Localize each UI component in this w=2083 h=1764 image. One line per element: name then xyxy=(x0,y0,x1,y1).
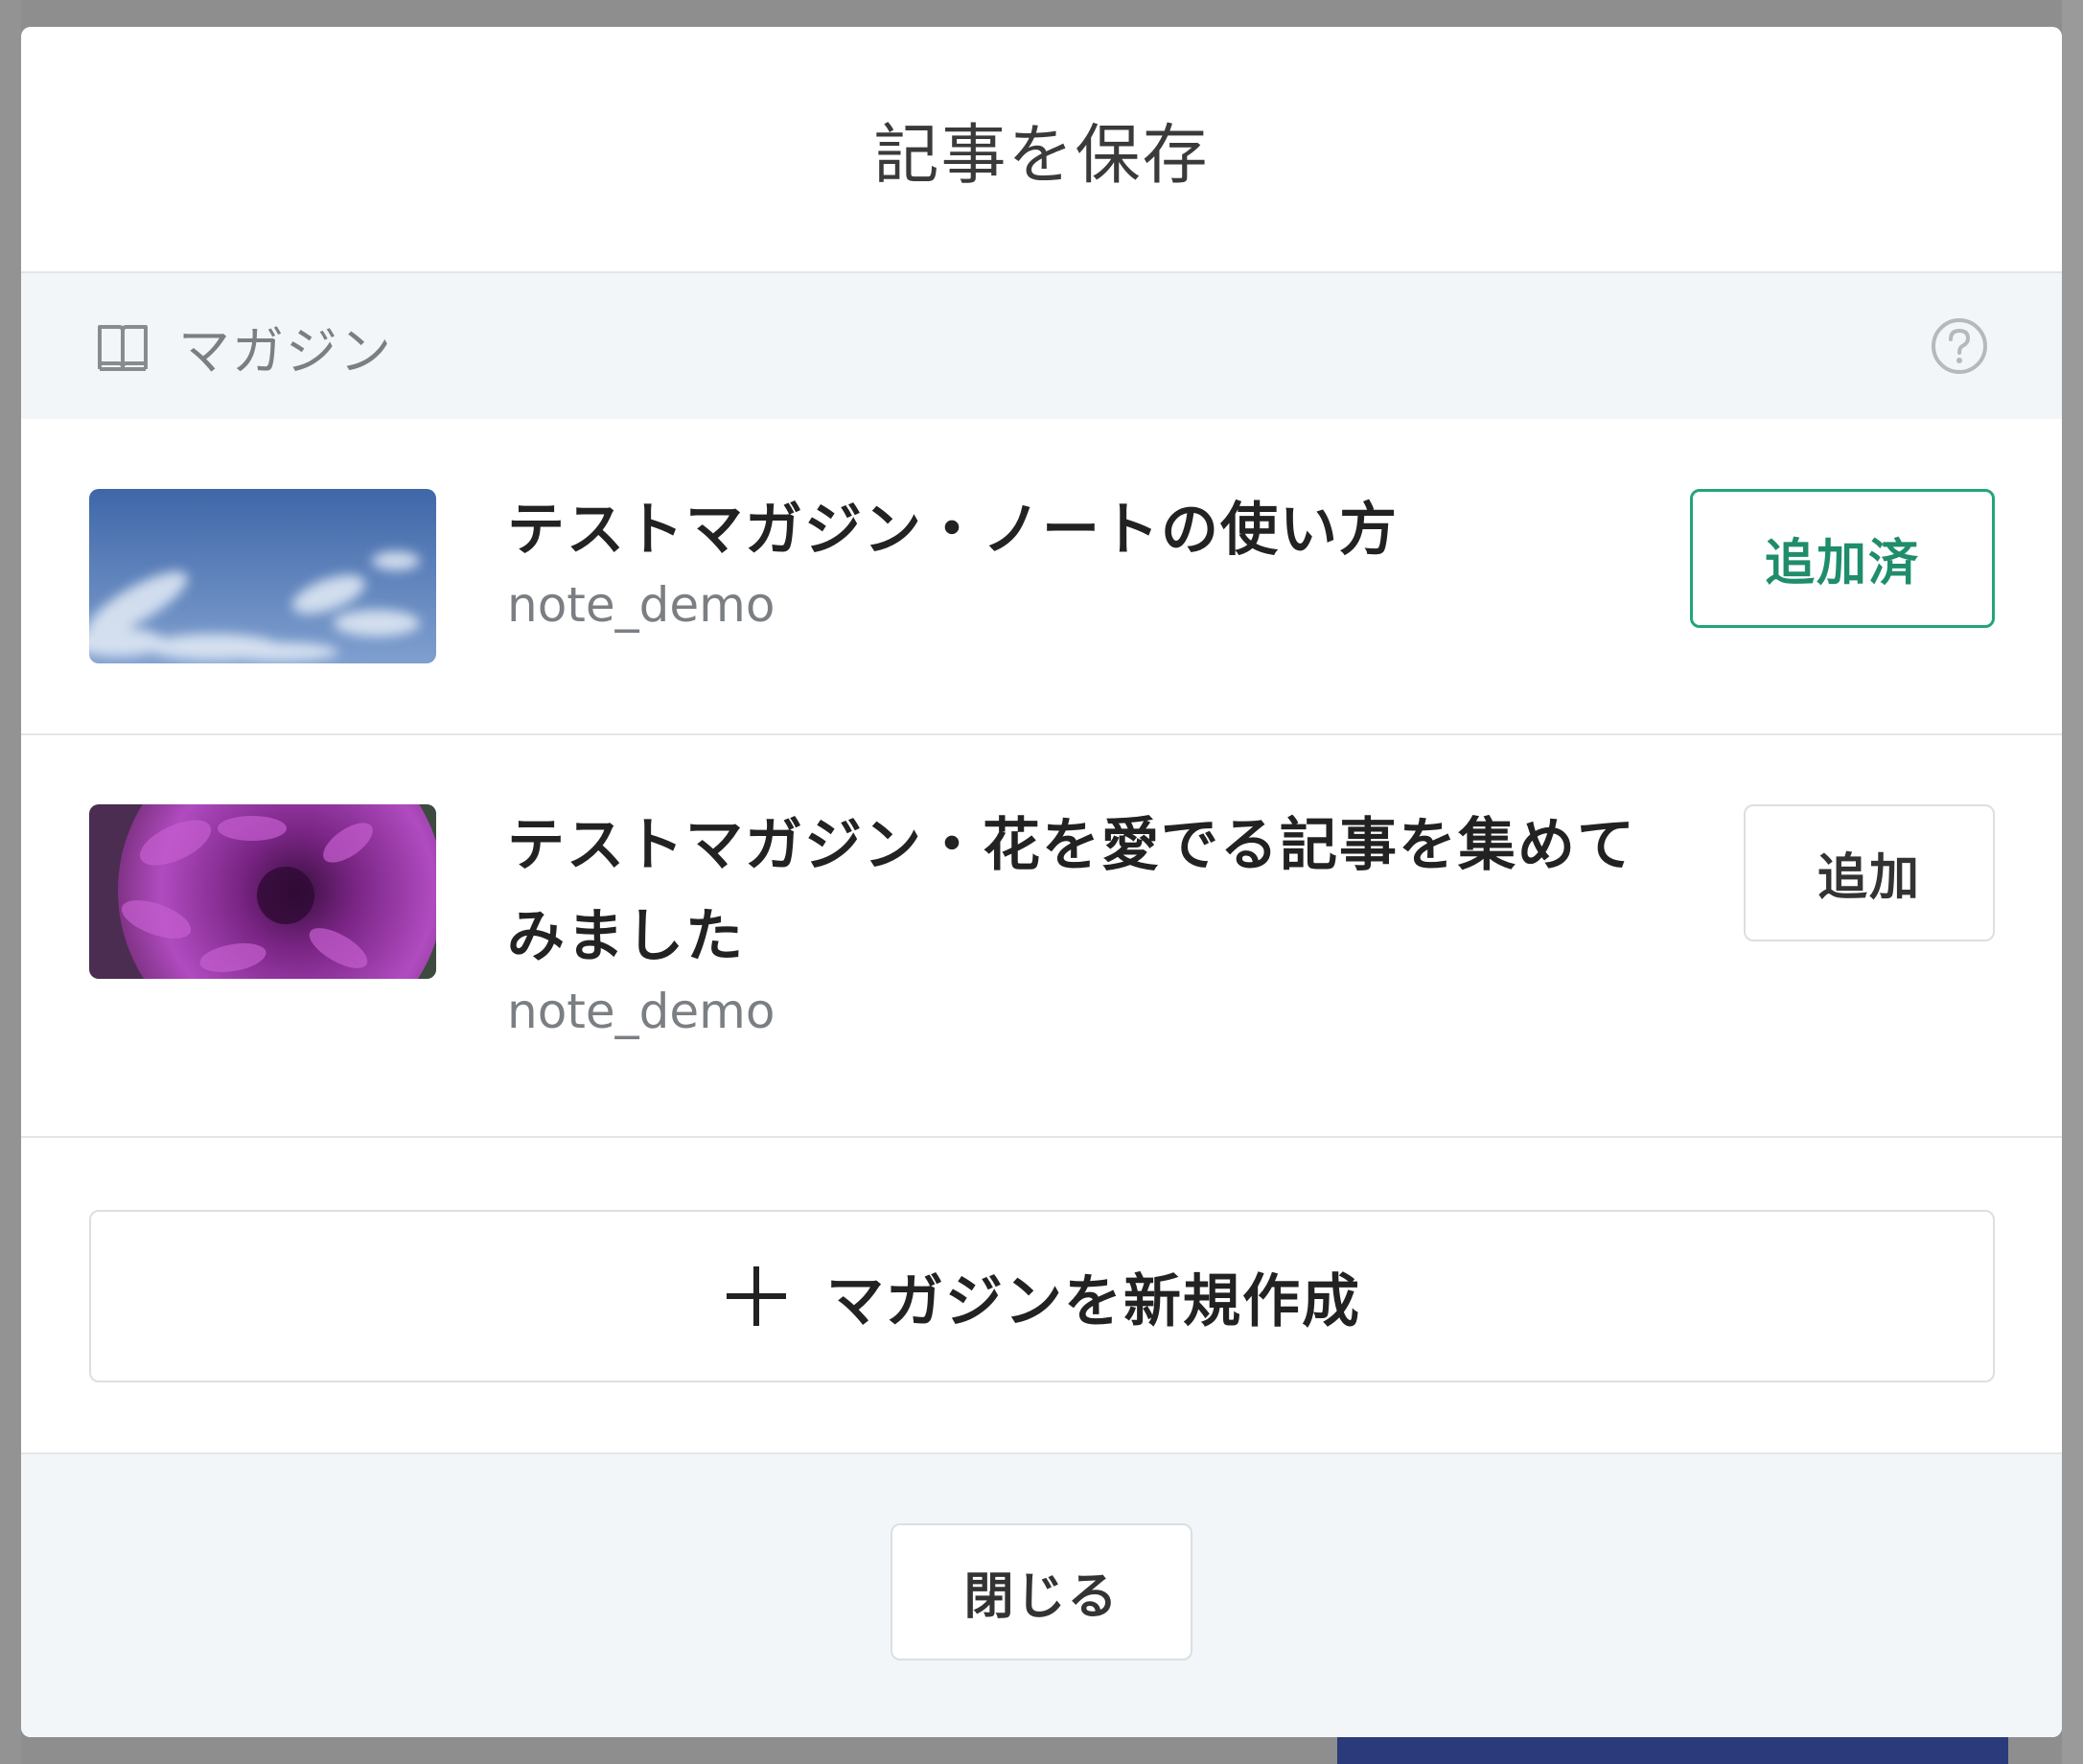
magazine-title[interactable]: テストマガジン・ノートの使い方 xyxy=(507,485,1609,576)
background-page-left-edge xyxy=(0,0,21,1764)
magazine-section-header: マガジン xyxy=(21,273,2062,419)
book-icon xyxy=(96,321,150,371)
create-magazine-section: マガジンを新規作成 xyxy=(21,1138,2062,1454)
magazine-title[interactable]: テストマガジン・花を愛でる記事を集めてみました xyxy=(507,801,1686,983)
magazine-owner: note_demo xyxy=(507,984,775,1039)
plus-icon xyxy=(723,1263,790,1330)
close-button[interactable]: 閉じる xyxy=(891,1523,1192,1660)
modal-title: 記事を保存 xyxy=(873,118,1210,194)
modal-footer: 閉じる xyxy=(21,1454,2062,1737)
section-label: マガジン xyxy=(178,320,393,382)
magazine-thumbnail-flower xyxy=(89,804,436,979)
create-magazine-button[interactable]: マガジンを新規作成 xyxy=(89,1210,1995,1382)
help-circle-icon[interactable] xyxy=(1930,316,1989,376)
magazine-list-item: テストマガジン・ノートの使い方 note_demo 追加済 xyxy=(21,419,2062,735)
create-magazine-label: マガジンを新規作成 xyxy=(826,1267,1361,1335)
magazine-list-item: テストマガジン・花を愛でる記事を集めてみました note_demo 追加 xyxy=(21,735,2062,1138)
modal-header: 記事を保存 xyxy=(21,27,2062,273)
added-button[interactable]: 追加済 xyxy=(1690,489,1995,628)
save-article-modal: 記事を保存 マガジン テストマガジン・ノートの使い方 note_demo 追加済… xyxy=(21,27,2062,1737)
magazine-thumbnail-sky xyxy=(89,489,436,663)
add-button[interactable]: 追加 xyxy=(1744,804,1995,941)
background-page-bottom-image xyxy=(1337,1735,2008,1764)
background-page-right-edge xyxy=(2062,0,2083,1764)
